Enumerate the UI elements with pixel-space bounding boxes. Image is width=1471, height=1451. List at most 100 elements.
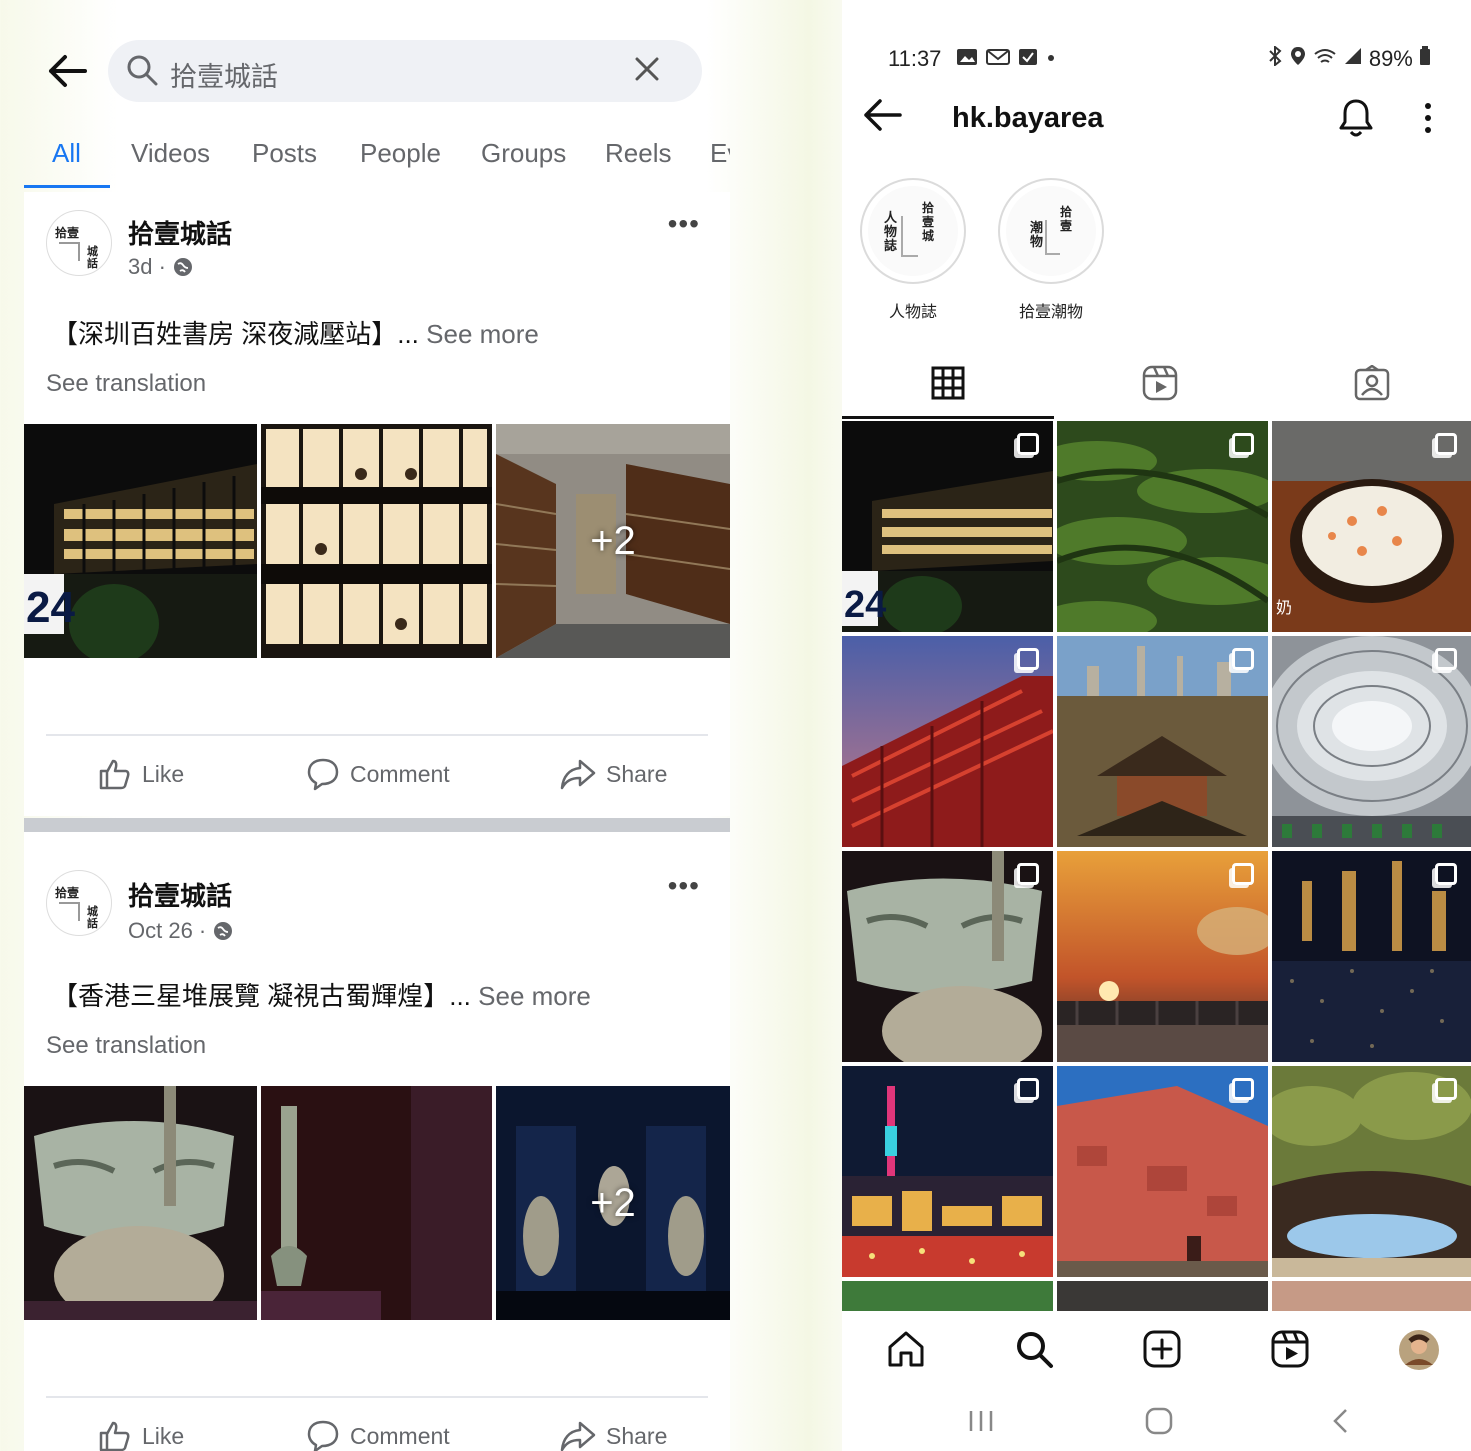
post-thumbnail[interactable]: [1057, 1066, 1268, 1277]
post-thumbnail[interactable]: [842, 1066, 1053, 1277]
tab-posts[interactable]: Posts: [252, 138, 317, 169]
highlight-cover: 人 物 誌 拾 壹 城: [868, 186, 958, 276]
post-thumbnail[interactable]: [842, 636, 1053, 847]
svg-text:壹: 壹: [1060, 218, 1072, 233]
notifications-button[interactable]: [1338, 98, 1374, 143]
photo-library-night[interactable]: 24: [24, 424, 257, 658]
post-thumbnail[interactable]: [1057, 421, 1268, 632]
avatar[interactable]: 拾壹 城 話: [46, 210, 112, 276]
comment-button[interactable]: Comment: [306, 744, 450, 804]
search-filter-tabs: All Videos Posts People Groups Reels Ev: [24, 130, 730, 190]
see-translation-link[interactable]: See translation: [46, 370, 206, 398]
grid-icon: [931, 366, 965, 400]
tab-events[interactable]: Ev: [710, 138, 730, 169]
see-more-link[interactable]: See more: [478, 981, 591, 1011]
photo-library-interior[interactable]: [261, 424, 492, 658]
svg-text:話: 話: [87, 916, 98, 930]
post-thumbnail[interactable]: [1057, 1281, 1268, 1311]
divider: [46, 1396, 708, 1398]
post-author[interactable]: 拾壹城話: [128, 876, 232, 913]
multi-photo-icon: [1435, 648, 1457, 670]
like-button[interactable]: Like: [98, 744, 184, 804]
story-highlight[interactable]: 潮 物 拾 壹 拾壹潮物: [996, 178, 1106, 322]
close-icon[interactable]: [632, 54, 662, 84]
post-thumbnail[interactable]: 奶: [1272, 421, 1471, 632]
post-thumbnail[interactable]: [842, 1281, 1053, 1311]
photo-bronze-staff[interactable]: [261, 1086, 492, 1320]
post-thumbnail[interactable]: [1272, 636, 1471, 847]
tab-grid[interactable]: [842, 350, 1054, 416]
signal-icon: [1344, 48, 1361, 64]
post-text: 【深圳百姓書房 深夜減壓站】... See more: [52, 314, 539, 351]
back-button[interactable]: [44, 48, 90, 94]
tab-reels[interactable]: Reels: [605, 138, 671, 169]
tab-groups[interactable]: Groups: [481, 138, 566, 169]
back-button[interactable]: [862, 98, 902, 137]
post-thumbnail[interactable]: [842, 851, 1053, 1062]
share-icon: [560, 1421, 596, 1451]
multi-photo-icon: [1435, 863, 1457, 885]
battery-icon: [1420, 46, 1430, 65]
highlight-cover: 潮 物 拾 壹: [1006, 186, 1096, 276]
location-icon: [1291, 47, 1306, 65]
recent-apps-button[interactable]: [966, 1407, 996, 1442]
search-input[interactable]: 拾壹城話: [108, 40, 702, 102]
avatar: [1399, 1330, 1439, 1370]
gallery-icon: [957, 49, 977, 65]
tab-reels[interactable]: [1054, 350, 1266, 416]
share-button[interactable]: Share: [560, 1406, 667, 1451]
home-button[interactable]: [886, 1329, 926, 1374]
share-button[interactable]: Share: [560, 744, 667, 804]
create-post-button[interactable]: [1142, 1329, 1182, 1374]
wifi-icon: [1313, 49, 1336, 63]
svg-text:拾壹: 拾壹: [55, 885, 79, 900]
tab-videos[interactable]: Videos: [131, 138, 210, 169]
avatar[interactable]: 拾壹 城 話: [46, 870, 112, 936]
comment-button[interactable]: Comment: [306, 1406, 450, 1451]
more-options-button[interactable]: [1422, 100, 1434, 141]
see-more-link[interactable]: See more: [426, 319, 539, 349]
home-circle-icon: [1145, 1407, 1173, 1435]
more-photos-count: +2: [590, 1180, 636, 1225]
reels-icon: [1142, 365, 1178, 401]
photo-bronze-mask[interactable]: [24, 1086, 257, 1320]
highlight-ring: 潮 物 拾 壹: [998, 178, 1104, 284]
profile-button[interactable]: [1398, 1329, 1440, 1376]
more-options-button[interactable]: •••: [668, 208, 700, 240]
reels-icon: [1271, 1330, 1309, 1368]
reels-button[interactable]: [1270, 1329, 1310, 1374]
post-thumbnail[interactable]: [1272, 1281, 1471, 1311]
tab-people[interactable]: People: [360, 138, 441, 169]
post-thumbnail[interactable]: [1057, 851, 1268, 1062]
back-system-button[interactable]: [1326, 1407, 1356, 1442]
post-text: 【香港三星堆展覽 凝視古蜀輝煌】... See more: [52, 976, 591, 1013]
check-box-icon: [1019, 49, 1038, 65]
comment-icon: [307, 1420, 339, 1451]
svg-text:話: 話: [87, 256, 98, 270]
share-icon: [560, 759, 596, 790]
post-thumbnail[interactable]: [1057, 636, 1268, 847]
home-system-button[interactable]: [1144, 1407, 1174, 1442]
post-time: Oct 26 ·: [128, 918, 207, 943]
arrow-left-icon: [864, 99, 902, 131]
post-thumbnail[interactable]: 24: [842, 421, 1053, 632]
photo-exhibit-hall[interactable]: +2: [496, 1086, 730, 1320]
post-thumbnail[interactable]: [1272, 851, 1471, 1062]
more-options-button[interactable]: •••: [668, 870, 700, 902]
see-translation-link[interactable]: See translation: [46, 1032, 206, 1060]
search-button[interactable]: [1014, 1329, 1054, 1374]
like-button[interactable]: Like: [98, 1406, 184, 1451]
tab-tagged[interactable]: [1266, 350, 1471, 416]
bell-icon: [1339, 99, 1373, 137]
tab-all[interactable]: All: [52, 138, 81, 169]
svg-text:誌: 誌: [884, 238, 897, 253]
instagram-profile-screen: 11:37 89% hk.bayarea 人 物 誌 拾 壹 城 人物誌 潮 物…: [842, 0, 1471, 1451]
post-thumbnail[interactable]: [1272, 1066, 1471, 1277]
comment-icon: [307, 758, 339, 791]
story-highlight[interactable]: 人 物 誌 拾 壹 城 人物誌: [858, 178, 968, 322]
photo-grid: +2: [24, 1086, 730, 1320]
multi-photo-icon: [1232, 433, 1254, 455]
photo-library-shelves[interactable]: +2: [496, 424, 730, 658]
post-author[interactable]: 拾壹城話: [128, 214, 232, 251]
search-header: 拾壹城話: [0, 30, 760, 120]
